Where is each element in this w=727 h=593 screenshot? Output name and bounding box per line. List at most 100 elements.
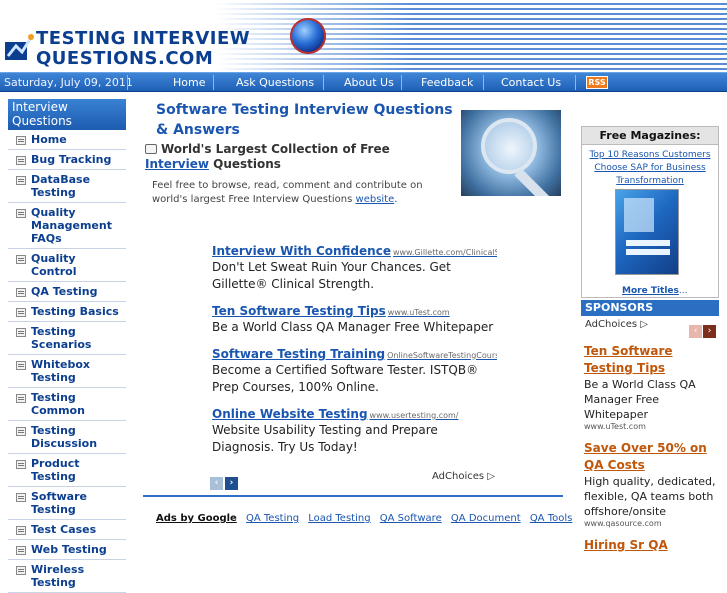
document-icon [16, 493, 26, 502]
sidebar-item-qa-testing[interactable]: QA Testing [8, 282, 126, 302]
document-icon [16, 328, 26, 337]
adlink-qa-testing[interactable]: QA Testing [246, 513, 299, 524]
document-icon [16, 526, 26, 535]
chevron-left-icon[interactable]: ‹ [210, 477, 223, 490]
top-navbar: Saturday, July 09, 2011 Home Ask Questio… [0, 72, 727, 92]
sidebar-item-product-testing[interactable]: Product Testing [8, 454, 126, 487]
sidebar-item-bug-tracking[interactable]: Bug Tracking [8, 150, 126, 170]
ad-block: Interview With Confidence www.Gillette.co… [212, 244, 497, 467]
adlink-qa-software[interactable]: QA Software [380, 513, 442, 524]
document-icon [16, 209, 26, 218]
sidebar-item-software-testing[interactable]: Software Testing [8, 487, 126, 520]
sidebar-item-web-testing[interactable]: Web Testing [8, 540, 126, 560]
logo-icon [5, 34, 34, 60]
sidebar-item-whitebox-testing[interactable]: Whitebox Testing [8, 355, 126, 388]
site-header: TESTING INTERVIEW QUESTIONS.COM [0, 0, 727, 72]
nav-feedback[interactable]: Feedback [421, 76, 473, 89]
sidebar-item-quality-management[interactable]: Quality Management FAQs [8, 203, 126, 249]
adlink-qa-tools[interactable]: QA Tools [530, 513, 573, 524]
more-titles-link[interactable]: More Titles... [622, 286, 687, 296]
sponsors-adchoices-link[interactable]: AdChoices ▷ [585, 319, 648, 330]
ad-url[interactable]: www.Gillette.com/ClinicalStreng [393, 248, 497, 257]
sponsor-ad-url[interactable]: www.uTest.com [584, 422, 724, 431]
sponsor-ad-title[interactable]: Ten Software Testing Tips [584, 343, 724, 377]
sidebar-item-wireless-testing[interactable]: Wireless Testing [8, 560, 126, 593]
sidebar-item-testing-basics[interactable]: Testing Basics [8, 302, 126, 322]
ad-item: Ten Software Testing Tips www.uTest.com B… [212, 304, 497, 336]
current-date: Saturday, July 09, 2011 [4, 76, 133, 89]
ad-item: Interview With Confidence www.Gillette.co… [212, 244, 497, 293]
globe-icon [290, 18, 326, 54]
tagline: World's Largest Collection of Free Inter… [145, 142, 390, 171]
sidebar-item-database-testing[interactable]: DataBase Testing [8, 170, 126, 203]
document-icon [16, 427, 26, 436]
chevron-left-icon[interactable]: ‹ [689, 325, 702, 338]
ad-url[interactable]: www.usertesting.com/ [370, 411, 459, 420]
document-icon [16, 460, 26, 469]
ad-title-link[interactable]: Ten Software Testing Tips [212, 304, 386, 318]
adchoices-icon: ▷ [487, 471, 495, 482]
sidebar-item-testing-scenarios[interactable]: Testing Scenarios [8, 322, 126, 355]
ad-title-link[interactable]: Interview With Confidence [212, 244, 391, 258]
sponsor-ad-desc: High quality, dedicated, flexible, QA te… [584, 475, 716, 518]
ad-description: Be a World Class QA Manager Free Whitepa… [212, 320, 494, 334]
sidebar-item-home[interactable]: Home [8, 130, 126, 150]
nav-home[interactable]: Home [173, 76, 205, 89]
nav-about-us[interactable]: About Us [344, 76, 394, 89]
ad-description: Don't Let Sweat Ruin Your Chances. Get G… [212, 260, 451, 291]
ad-description: Become a Certified Software Tester. ISTQ… [212, 363, 479, 394]
sponsor-ads: Ten Software Testing Tips Be a World Cla… [584, 343, 724, 563]
magazine-link[interactable]: Top 10 Reasons Customers Choose SAP for … [582, 149, 718, 188]
nav-contact-us[interactable]: Contact Us [501, 76, 561, 89]
sponsor-ad-item: Hiring Sr QA [584, 537, 724, 554]
sidebar-item-quality-control[interactable]: Quality Control [8, 249, 126, 282]
ads-by-google-label[interactable]: Ads by Google [156, 513, 237, 524]
sponsor-ad-title[interactable]: Save Over 50% on QA Costs [584, 440, 724, 474]
sponsor-ad-title[interactable]: Hiring Sr QA [584, 537, 724, 554]
magnifier-image [461, 110, 561, 196]
sponsor-ad-url[interactable]: www.qasource.com [584, 519, 724, 528]
ad-url[interactable]: OnlineSoftwareTestingCourses.c [387, 351, 497, 360]
sponsor-ad-desc: Be a World Class QA Manager Free Whitepa… [584, 378, 696, 421]
sidebar-item-testing-discussion[interactable]: Testing Discussion [8, 421, 126, 454]
rss-icon[interactable]: RSS [586, 76, 608, 89]
sidebar-item-test-cases[interactable]: Test Cases [8, 520, 126, 540]
intro-text: Feel free to browse, read, comment and c… [152, 180, 423, 205]
adchoices-link[interactable]: AdChoices ▷ [432, 471, 495, 482]
chevron-right-icon[interactable]: › [225, 477, 238, 490]
nav-ask-questions[interactable]: Ask Questions [236, 76, 314, 89]
document-icon [16, 308, 26, 317]
ad-title-link[interactable]: Online Website Testing [212, 407, 368, 421]
document-icon [16, 176, 26, 185]
document-icon [16, 361, 26, 370]
adlink-load-testing[interactable]: Load Testing [308, 513, 370, 524]
ad-links-bar: Ads by Google QA Testing Load Testing QA… [156, 513, 578, 524]
site-logo[interactable]: TESTING INTERVIEW QUESTIONS.COM [36, 29, 250, 69]
ad-title-link[interactable]: Software Testing Training [212, 347, 385, 361]
document-icon [16, 288, 26, 297]
adchoices-icon: ▷ [640, 319, 648, 330]
website-link[interactable]: website [356, 194, 395, 205]
document-icon [16, 566, 26, 575]
sponsor-pager: ‹ › [688, 318, 716, 338]
document-icon [16, 394, 26, 403]
sponsor-ad-item: Ten Software Testing Tips Be a World Cla… [584, 343, 724, 431]
ad-description: Website Usability Testing and Prepare Di… [212, 423, 438, 454]
sponsors-header: SPONSORS [581, 300, 719, 316]
adlink-qa-document[interactable]: QA Document [451, 513, 521, 524]
ad-pager: ‹ › [210, 470, 240, 490]
sidebar-title: Interview Questions [8, 99, 126, 130]
document-icon [16, 136, 26, 145]
magazines-title: Free Magazines: [582, 127, 718, 145]
sidebar-item-testing-common[interactable]: Testing Common [8, 388, 126, 421]
magazine-cover-image[interactable] [615, 189, 679, 275]
ad-url[interactable]: www.uTest.com [388, 308, 450, 317]
document-icon [16, 156, 26, 165]
ad-item: Online Website Testing www.usertesting.co… [212, 407, 497, 456]
document-icon [16, 255, 26, 264]
chevron-right-icon[interactable]: › [703, 325, 716, 338]
divider [143, 495, 563, 497]
document-icon [16, 546, 26, 555]
free-magazines-box: Free Magazines: Top 10 Reasons Customers… [581, 126, 719, 298]
interview-link[interactable]: Interview [145, 157, 209, 171]
